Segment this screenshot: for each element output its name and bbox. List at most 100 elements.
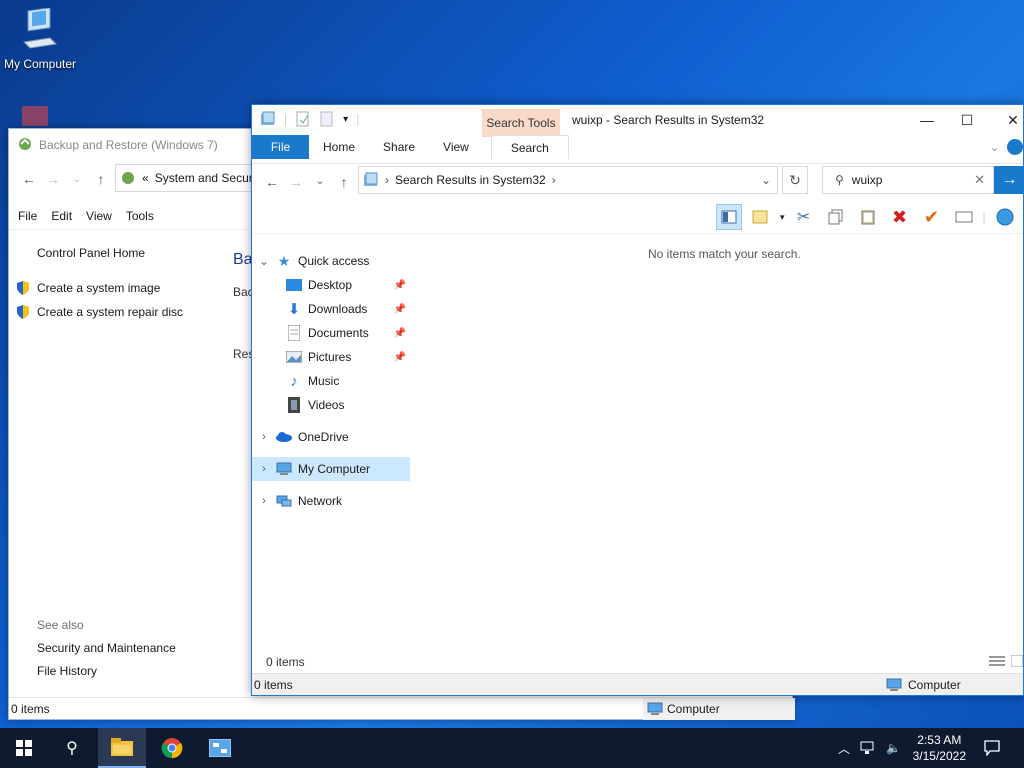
delete-icon[interactable]: ✖ [887,204,913,230]
folder-icon [111,738,133,756]
tree-downloads[interactable]: ⬇ Downloads 📌 [252,297,410,321]
explorer-window[interactable]: | ▾ | Search Tools wuixp - Search Result… [251,104,1024,696]
desktop-icon-my-computer[interactable]: My Computer [0,7,80,71]
address-text[interactable]: Search Results in System32 [395,173,546,187]
tab-view[interactable]: View [429,135,483,159]
system-tray: ︿ 🔈 [838,728,901,768]
email-icon[interactable] [951,204,977,230]
close-icon[interactable]: ✕ [990,105,1024,135]
recent-chevron-icon[interactable]: ⌄ [308,170,332,194]
expand-ribbon-icon[interactable]: ⌄ [990,141,999,154]
show-hidden-icons-icon[interactable]: ︿ [838,740,850,757]
control-panel-home-link[interactable]: Control Panel Home [37,246,145,260]
taskbar-chrome[interactable] [148,728,196,768]
pin-icon[interactable]: 📌 [394,328,406,339]
address-dropdown-icon[interactable]: ⌄ [755,173,777,187]
pin-icon[interactable]: 📌 [394,304,406,315]
properties-button[interactable] [748,204,774,230]
globe-icon[interactable] [992,204,1018,230]
toolbar-separator: | [356,112,360,126]
breadcrumb-chevron-icon[interactable]: › [385,173,389,187]
computer-icon [22,7,58,49]
preview-pane-button[interactable] [716,204,742,230]
taskbar-control-panel[interactable] [196,728,244,768]
maximize-icon[interactable]: ☐ [944,105,990,135]
menu-file[interactable]: File [18,205,45,227]
search-input[interactable]: ⚲ wuixp ✕ [822,166,994,194]
properties-icon[interactable] [295,111,311,127]
title-bar[interactable]: | ▾ | Search Tools wuixp - Search Result… [252,105,1024,137]
see-also-label: See also [37,618,84,632]
forward-arrow-icon[interactable]: → [41,167,65,191]
menu-edit[interactable]: Edit [51,205,80,227]
start-button[interactable] [0,728,48,768]
large-icons-view-icon[interactable] [1011,655,1023,667]
clock[interactable]: 2:53 AM 3/15/2022 [913,732,966,764]
menu-view[interactable]: View [86,205,120,227]
tree-pictures[interactable]: Pictures 📌 [252,345,410,369]
create-repair-disc-link[interactable]: Create a system repair disc [15,304,183,320]
tab-file[interactable]: File [252,135,309,159]
taskbar-file-explorer[interactable] [98,728,146,768]
up-arrow-icon[interactable]: ↑ [89,167,113,191]
breadcrumb-chevron-icon[interactable]: › [552,173,556,187]
tab-home[interactable]: Home [309,135,369,159]
security-maintenance-link[interactable]: Security and Maintenance [37,641,176,655]
cut-icon[interactable]: ✂ [791,204,817,230]
paste-icon[interactable] [855,204,881,230]
details-view-icon[interactable] [989,655,1005,667]
address-text: System and Securi [154,171,256,185]
refresh-icon[interactable]: ↻ [782,166,808,194]
back-arrow-icon[interactable]: ← [17,167,41,191]
expand-chevron-icon[interactable]: › [252,463,276,475]
forward-arrow-icon[interactable]: → [284,170,308,194]
file-history-link[interactable]: File History [37,664,97,678]
pin-icon[interactable]: 📌 [394,352,406,363]
folder-icon[interactable] [260,111,276,127]
network-icon[interactable] [860,741,876,755]
recent-chevron-icon[interactable]: ⌄ [65,167,89,191]
volume-icon[interactable]: 🔈 [886,741,901,755]
clear-search-icon[interactable]: ✕ [974,172,985,188]
help-icon[interactable] [1007,139,1023,155]
expand-chevron-icon[interactable]: › [252,495,276,507]
new-folder-icon[interactable] [319,111,335,127]
desktop-icon-partial[interactable] [14,104,64,128]
search-button[interactable]: ⚲ [48,728,96,768]
search-tools-context-tab: Search Tools [482,109,560,137]
customize-toolbar-icon[interactable]: ▾ [343,114,348,125]
tree-my-computer[interactable]: › My Computer [252,457,410,481]
create-system-image-link[interactable]: Create a system image [15,280,160,296]
tab-search[interactable]: Search [490,135,569,159]
tree-music[interactable]: ♪ Music [252,369,410,393]
menu-tools[interactable]: Tools [126,205,162,227]
action-center-button[interactable] [968,728,1016,768]
back-arrow-icon[interactable]: ← [260,170,284,194]
empty-search-message: No items match your search. [648,247,801,261]
up-arrow-icon[interactable]: ↑ [332,170,356,194]
shield-icon [17,305,29,319]
search-go-button[interactable]: → [994,166,1024,194]
divider [252,233,1023,234]
arrow-right-icon: → [1001,171,1018,188]
status-bar: 0 items Computer [252,673,1023,695]
collapse-chevron-icon[interactable]: ⌄ [252,255,276,268]
dropdown-icon[interactable]: ▾ [780,212,785,223]
tree-quick-access[interactable]: ⌄ ★ Quick access [252,249,410,273]
tab-share[interactable]: Share [369,135,429,159]
tree-onedrive[interactable]: › OneDrive [252,425,410,449]
tree-documents[interactable]: Documents 📌 [252,321,410,345]
sidebar: Control Panel Home Create a system image… [9,229,249,699]
download-arrow-icon: ⬇ [287,301,301,318]
rename-icon[interactable]: ✔ [919,204,945,230]
expand-chevron-icon[interactable]: › [252,431,276,443]
copy-icon[interactable] [823,204,849,230]
status-count: 0 items [254,677,293,692]
tree-desktop[interactable]: Desktop 📌 [252,273,410,297]
tree-network[interactable]: › Network [252,489,410,513]
pin-icon[interactable]: 📌 [394,280,406,291]
tree-videos[interactable]: Videos [252,393,410,417]
address-bar[interactable]: › Search Results in System32 › ⌄ [358,166,778,194]
chrome-icon [161,738,183,759]
notification-icon [984,740,1000,756]
